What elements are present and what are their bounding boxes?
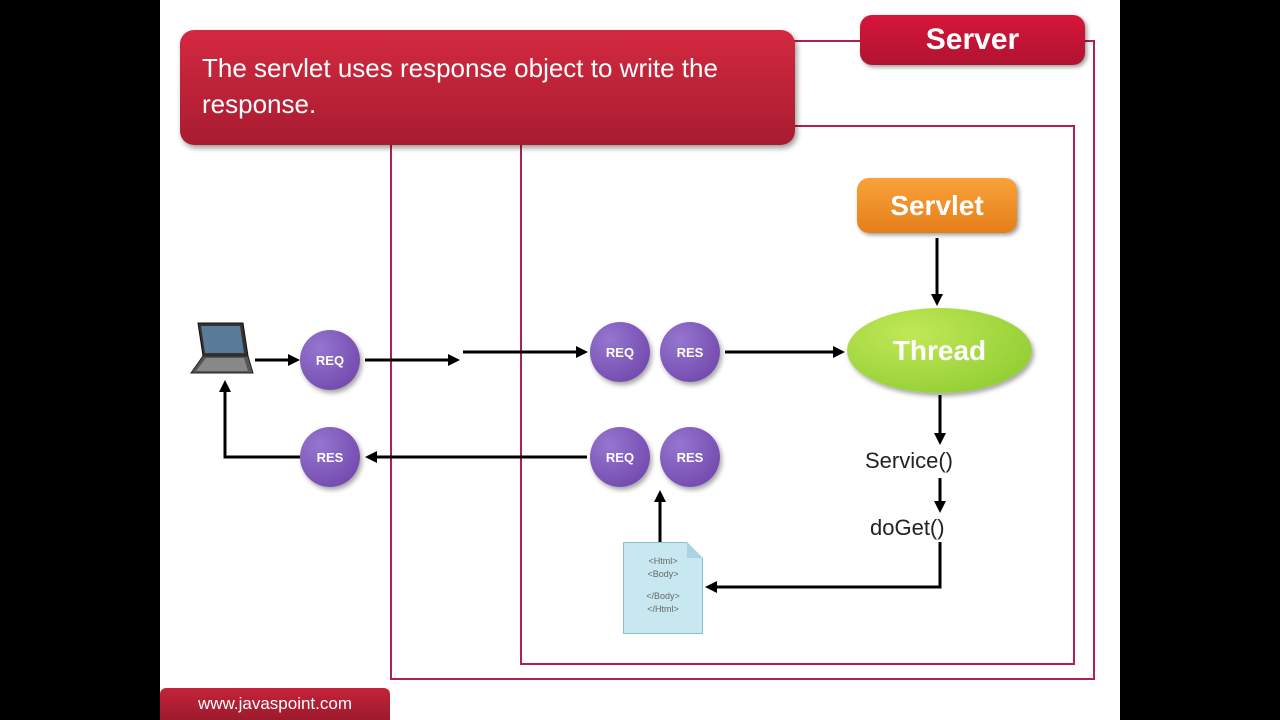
req-circle-return: REQ [590,427,650,487]
html-line2: <Body> [624,568,702,581]
res-circle-out: RES [300,427,360,487]
arrow-thread-to-service [930,395,950,445]
diagram-canvas: Server Container The servlet uses respon… [160,0,1120,720]
service-method-label: Service() [865,448,953,474]
arrow-req-to-server [365,350,460,370]
servlet-node: Servlet [857,178,1017,233]
arrow-html-to-reqres [650,490,670,542]
arrow-container-to-res [365,447,587,467]
req-circle-container: REQ [590,322,650,382]
thread-node: Thread [847,308,1032,393]
html-line3: </Body> [624,590,702,603]
description-box: The servlet uses response object to writ… [180,30,795,145]
html-line4: </Html> [624,603,702,616]
res-circle-return: RES [660,427,720,487]
arrow-service-to-doget [930,478,950,513]
server-label: Server [860,15,1085,65]
arrow-doget-to-html [705,542,955,597]
doget-method-label: doGet() [870,515,945,541]
arrow-servlet-to-thread [927,238,947,306]
arrow-reqres-to-thread [725,342,845,362]
res-circle-container: RES [660,322,720,382]
footer-credit: www.javaspoint.com [160,688,390,720]
arrow-res-to-client [215,380,300,465]
laptop-icon [188,318,253,378]
arrow-server-to-container [463,342,588,362]
arrow-client-to-req [255,350,300,370]
req-circle-out: REQ [300,330,360,390]
